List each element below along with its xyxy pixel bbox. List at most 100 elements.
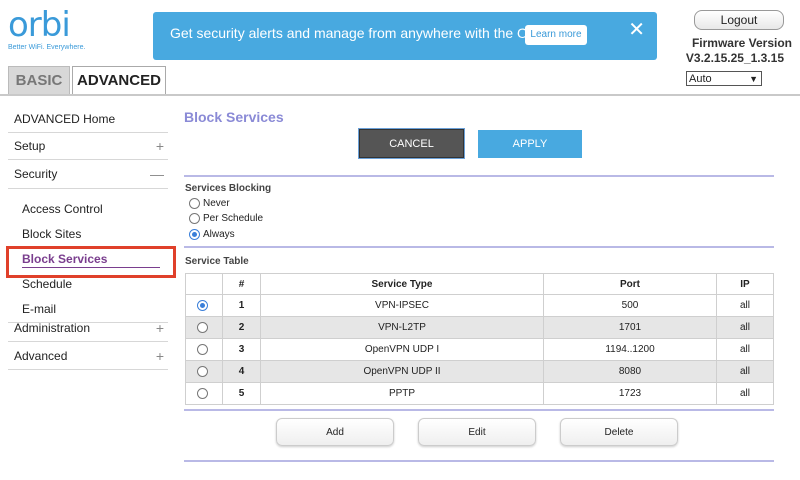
- row-radio[interactable]: [197, 387, 208, 399]
- radio-label: Never: [203, 198, 230, 209]
- table-header-row: # Service Type Port IP: [185, 273, 774, 295]
- apply-button[interactable]: APPLY: [478, 130, 582, 158]
- service-table: # Service Type Port IP 1 VPN-IPSEC 500 a…: [185, 273, 774, 405]
- add-button[interactable]: Add: [276, 418, 394, 446]
- radio-label: Always: [203, 229, 235, 240]
- table-row[interactable]: 2 VPN-L2TP 1701 all: [185, 316, 774, 339]
- row-radio[interactable]: [197, 321, 208, 333]
- section-divider: [184, 460, 774, 462]
- row-number: 3: [222, 338, 261, 361]
- sidebar-item-label: Advanced: [14, 349, 68, 363]
- row-number: 2: [222, 316, 261, 339]
- col-header-number: #: [222, 273, 261, 295]
- radio-option-never[interactable]: Never: [189, 197, 230, 211]
- row-radio[interactable]: [197, 343, 208, 355]
- section-divider: [184, 246, 774, 248]
- firmware-label: Firmware Version: [691, 36, 792, 50]
- language-select[interactable]: Auto ▼: [686, 71, 762, 86]
- cancel-button[interactable]: CANCEL: [359, 129, 464, 158]
- sidebar-item-label: Administration: [14, 321, 91, 335]
- radio-always[interactable]: [189, 228, 200, 240]
- row-number: 5: [222, 382, 261, 405]
- sidebar-item-security[interactable]: Security —: [8, 160, 168, 189]
- row-port: 8080: [543, 360, 717, 383]
- row-port: 1701: [543, 316, 717, 339]
- row-service-type: VPN-L2TP: [260, 316, 544, 339]
- row-ip: all: [716, 382, 774, 405]
- sidebar-item-block-sites[interactable]: Block Sites: [8, 222, 168, 247]
- row-radio[interactable]: [197, 365, 208, 377]
- page-title: Block Services: [184, 109, 284, 125]
- row-ip: all: [716, 338, 774, 361]
- language-value: Auto: [689, 73, 712, 85]
- col-header-port: Port: [543, 273, 717, 295]
- row-number: 4: [222, 360, 261, 383]
- expand-plus-icon: +: [155, 348, 164, 364]
- row-select-cell[interactable]: [185, 338, 223, 361]
- radio-never[interactable]: [189, 197, 200, 209]
- logo-tagline: Better WiFi. Everywhere.: [8, 44, 86, 51]
- sidebar-item-label: Access Control: [22, 202, 103, 216]
- orbi-logo[interactable]: orbi Better WiFi. Everywhere.: [8, 8, 98, 58]
- row-port: 1194..1200: [543, 338, 717, 361]
- row-select-cell[interactable]: [185, 316, 223, 339]
- row-service-type: VPN-IPSEC: [260, 294, 544, 317]
- table-row[interactable]: 4 OpenVPN UDP II 8080 all: [185, 360, 774, 383]
- tab-divider: [0, 94, 800, 96]
- sidebar-nav: ADVANCED Home Setup + Security — Access Co…: [8, 106, 168, 370]
- tab-basic[interactable]: BASIC: [8, 66, 70, 94]
- delete-button[interactable]: Delete: [560, 418, 678, 446]
- collapse-minus-icon: —: [150, 166, 164, 182]
- radio-option-per-schedule[interactable]: Per Schedule: [189, 212, 263, 226]
- radio-per-schedule[interactable]: [189, 212, 200, 224]
- row-select-cell[interactable]: [185, 360, 223, 383]
- row-service-type: PPTP: [260, 382, 544, 405]
- sidebar-item-label: Security: [14, 167, 58, 181]
- sidebar-item-label: E-mail: [22, 302, 57, 316]
- table-row[interactable]: 3 OpenVPN UDP I 1194..1200 all: [185, 338, 774, 361]
- row-radio[interactable]: [197, 299, 208, 311]
- sidebar-item-access-control[interactable]: Access Control: [8, 197, 168, 222]
- col-header-ip: IP: [716, 273, 774, 295]
- chevron-down-icon: ▼: [749, 74, 758, 84]
- row-service-type: OpenVPN UDP II: [260, 360, 544, 383]
- col-header-service-type: Service Type: [260, 273, 544, 295]
- section-divider: [184, 409, 774, 411]
- row-select-cell[interactable]: [185, 294, 223, 317]
- tab-advanced[interactable]: ADVANCED: [72, 66, 166, 94]
- close-icon[interactable]: ✕: [628, 20, 645, 40]
- table-row[interactable]: 1 VPN-IPSEC 500 all: [185, 294, 774, 317]
- firmware-version: V3.2.15.25_1.3.15: [685, 51, 784, 65]
- row-ip: all: [716, 360, 774, 383]
- selection-highlight-box: [6, 246, 176, 278]
- table-row[interactable]: 5 PPTP 1723 all: [185, 382, 774, 405]
- edit-button[interactable]: Edit: [418, 418, 536, 446]
- row-number: 1: [222, 294, 261, 317]
- sidebar-item-label: Setup: [14, 139, 46, 153]
- sidebar-item-advanced-home[interactable]: ADVANCED Home: [8, 106, 168, 133]
- sidebar-item-administration[interactable]: Administration +: [8, 315, 168, 342]
- sidebar-item-advanced[interactable]: Advanced +: [8, 343, 168, 370]
- row-ip: all: [716, 294, 774, 317]
- banner-text: Get security alerts and manage from anyw…: [170, 25, 576, 41]
- row-select-cell[interactable]: [185, 382, 223, 405]
- section-divider: [184, 175, 774, 177]
- expand-plus-icon: +: [155, 320, 164, 336]
- row-ip: all: [716, 316, 774, 339]
- sidebar-item-label: ADVANCED Home: [14, 112, 116, 126]
- services-blocking-label: Services Blocking: [185, 183, 272, 194]
- radio-label: Per Schedule: [203, 213, 264, 224]
- learn-more-button[interactable]: Learn more: [525, 25, 587, 45]
- row-service-type: OpenVPN UDP I: [260, 338, 544, 361]
- service-table-label: Service Table: [185, 256, 249, 267]
- logo-wordmark: orbi: [8, 5, 71, 45]
- logout-button[interactable]: Logout: [694, 10, 784, 30]
- expand-plus-icon: +: [155, 138, 164, 154]
- row-port: 1723: [543, 382, 717, 405]
- row-port: 500: [543, 294, 717, 317]
- app-promo-banner: Get security alerts and manage from anyw…: [153, 12, 657, 60]
- sidebar-item-label: Schedule: [22, 277, 73, 291]
- radio-option-always[interactable]: Always: [189, 228, 235, 242]
- sidebar-item-setup[interactable]: Setup +: [8, 133, 168, 160]
- col-header-select: [185, 273, 223, 295]
